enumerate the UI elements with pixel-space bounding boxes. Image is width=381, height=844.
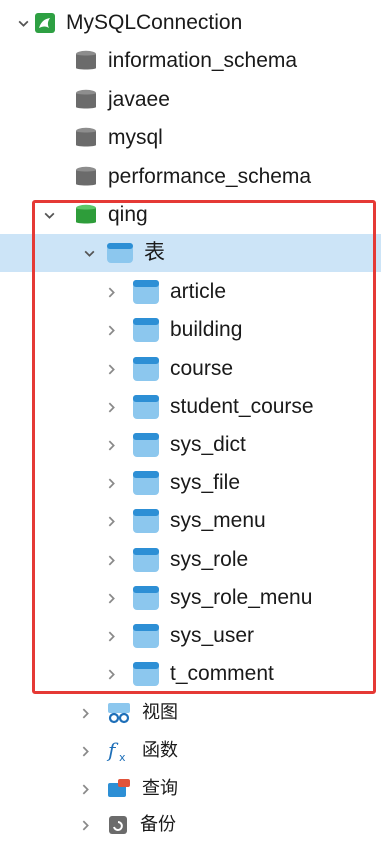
database-gray-icon: [74, 49, 98, 73]
chevron-right-icon[interactable]: [100, 541, 122, 579]
tree-row-database[interactable]: information_schema: [0, 42, 381, 80]
tables-group-label: 表: [144, 241, 165, 264]
tree-row-views[interactable]: 视图: [0, 694, 381, 732]
tree-row-backups[interactable]: 备份: [0, 806, 381, 844]
table-label: article: [170, 280, 227, 303]
table-label: sys_file: [170, 471, 241, 494]
database-gray-icon: [74, 126, 98, 150]
tree-row-table[interactable]: sys_user: [0, 617, 381, 655]
chevron-right-icon[interactable]: [100, 311, 122, 349]
table-label: sys_dict: [170, 433, 246, 456]
chevron-down-icon[interactable]: [38, 196, 60, 234]
chevron-right-icon[interactable]: [74, 694, 96, 732]
table-label: sys_role_menu: [170, 586, 313, 609]
tree-row-table[interactable]: sys_file: [0, 464, 381, 502]
table-icon: [132, 661, 160, 687]
chevron-right-icon[interactable]: [74, 770, 96, 808]
chevron-right-icon[interactable]: [100, 655, 122, 693]
views-label: 视图: [142, 702, 178, 723]
tree-row-table[interactable]: sys_role_menu: [0, 579, 381, 617]
view-icon: [106, 701, 132, 725]
table-label: student_course: [170, 395, 314, 418]
chevron-right-icon[interactable]: [100, 579, 122, 617]
tree-row-table[interactable]: course: [0, 350, 381, 388]
database-label: performance_schema: [108, 165, 312, 188]
tree-row-table[interactable]: sys_dict: [0, 426, 381, 464]
backup-icon: [106, 813, 130, 837]
chevron-right-icon[interactable]: [100, 388, 122, 426]
tree-row-table[interactable]: sys_role: [0, 541, 381, 579]
table-label: sys_role: [170, 548, 249, 571]
database-label: qing: [108, 203, 148, 226]
svg-text:f: f: [106, 738, 119, 762]
table-icon: [132, 317, 160, 343]
database-gray-icon: [74, 165, 98, 189]
functions-label: 函数: [142, 740, 178, 761]
chevron-right-icon[interactable]: [74, 806, 96, 844]
table-icon: [132, 432, 160, 458]
svg-text:x: x: [119, 751, 126, 764]
chevron-right-icon[interactable]: [100, 350, 122, 388]
table-icon: [132, 547, 160, 573]
chevron-right-icon[interactable]: [100, 464, 122, 502]
tree-row-connection[interactable]: MySQLConnection: [0, 4, 381, 42]
tree-row-table[interactable]: sys_menu: [0, 502, 381, 540]
tree-row-functions[interactable]: fx 函数: [0, 732, 381, 770]
tree-row-queries[interactable]: 查询: [0, 770, 381, 808]
table-icon: [132, 623, 160, 649]
database-green-icon: [74, 203, 98, 227]
table-icon: [132, 279, 160, 305]
tree-row-tables-group[interactable]: 表: [0, 234, 381, 272]
connection-label: MySQLConnection: [66, 11, 243, 34]
chevron-right-icon[interactable]: [100, 273, 122, 311]
table-icon: [132, 585, 160, 611]
table-label: building: [170, 318, 243, 341]
database-gray-icon: [74, 88, 98, 112]
query-icon: [106, 777, 132, 801]
table-icon: [132, 394, 160, 420]
chevron-down-icon[interactable]: [12, 4, 34, 42]
table-icon: [132, 508, 160, 534]
tree-row-database-qing[interactable]: qing: [0, 196, 381, 234]
chevron-down-icon[interactable]: [78, 234, 100, 272]
database-label: mysql: [108, 126, 163, 149]
backups-label: 备份: [140, 814, 176, 835]
table-icon: [132, 356, 160, 382]
tree-row-database[interactable]: performance_schema: [0, 158, 381, 196]
tree-row-table[interactable]: t_comment: [0, 655, 381, 693]
tree-row-table[interactable]: student_course: [0, 388, 381, 426]
table-icon: [132, 470, 160, 496]
tree-row-table[interactable]: building: [0, 311, 381, 349]
function-icon: fx: [106, 738, 132, 764]
chevron-right-icon[interactable]: [74, 732, 96, 770]
table-label: t_comment: [170, 662, 274, 685]
database-label: javaee: [108, 88, 170, 111]
chevron-right-icon[interactable]: [100, 426, 122, 464]
mysql-dolphin-icon: [34, 12, 56, 34]
tree-row-database[interactable]: javaee: [0, 81, 381, 119]
table-folder-icon: [106, 241, 134, 265]
chevron-right-icon[interactable]: [100, 502, 122, 540]
database-label: information_schema: [108, 49, 298, 72]
tree-row-table[interactable]: article: [0, 273, 381, 311]
table-label: sys_menu: [170, 509, 266, 532]
queries-label: 查询: [142, 778, 178, 799]
chevron-right-icon[interactable]: [100, 617, 122, 655]
table-label: course: [170, 357, 234, 380]
table-label: sys_user: [170, 624, 255, 647]
tree-row-database[interactable]: mysql: [0, 119, 381, 157]
